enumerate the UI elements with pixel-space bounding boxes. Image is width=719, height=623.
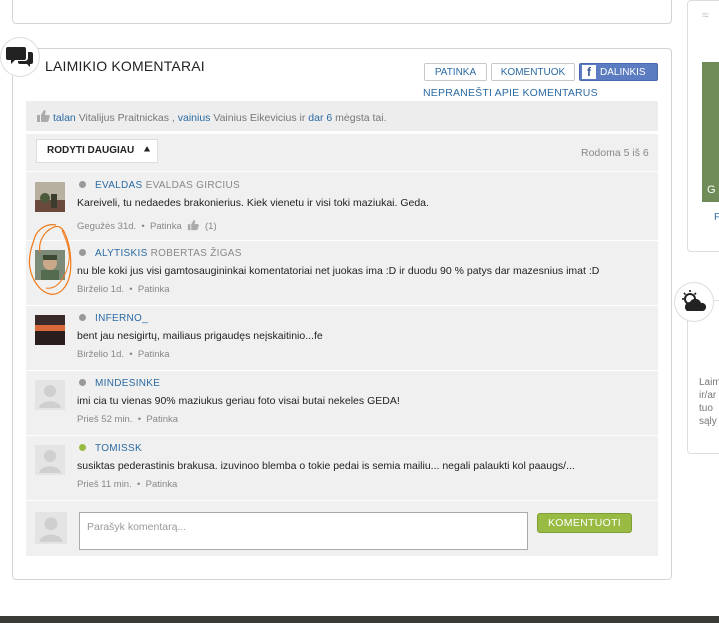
comment-meta: Birželio 1d. • Patinka [77,349,170,360]
previous-card [12,0,672,24]
weather-text-line: tuo [699,403,713,414]
comment-meta: Prieš 52 min. • Patinka [77,414,179,425]
comments-bubble-icon [0,37,40,77]
shown-count: Rodoma 5 iš 6 [581,147,649,159]
comment-author: ALYTISKIS ROBERTAS ŽIGAS [95,248,242,259]
chevron-up-icon: ⯅ [143,145,152,156]
comment-username[interactable]: EVALDAS [95,180,143,191]
comment-author: TOMISSK [95,443,142,454]
weather-text-line: sąly [699,416,717,427]
comment-button[interactable]: KOMENTUOK [491,63,575,81]
like-or: ir [299,112,306,124]
comment-realname: ROBERTAS ŽIGAS [150,248,242,259]
comment-like-link[interactable]: Patinka [150,221,182,232]
status-dot-online [79,444,86,451]
default-avatar-icon [35,512,67,544]
likes-summary: talan Vitalijus Praitnickas , vainius Va… [53,112,387,124]
show-more-label: RODYTI DAUGIAU [47,145,135,156]
like-separator: , [171,112,175,124]
comment-author: INFERNO_ [95,313,148,324]
comment-like-link[interactable]: Patinka [146,479,178,490]
comment-meta: Gegužės 31d. • Patinka (1) [77,219,217,232]
sidebar-link[interactable]: F [714,212,719,223]
share-button[interactable]: f DALINKIS [579,63,658,81]
sidebar-photo[interactable]: G [702,62,719,202]
avatar[interactable] [35,315,65,345]
comment-text: susiktas pederastinis brakusa. izuvinoo … [77,460,575,472]
section-title: LAIMIKIO KOMENTARAI [45,58,205,74]
comment-realname: EVALDAS GIRCIUS [145,180,240,191]
default-avatar-icon[interactable] [35,380,65,410]
weather-icon [674,282,714,322]
like-more-link[interactable]: dar 6 [308,112,332,124]
comment-username[interactable]: INFERNO_ [95,313,148,324]
status-dot [79,249,86,256]
share-label: DALINKIS [600,67,646,78]
comment-username[interactable]: MINDESINKE [95,378,160,389]
sidebar-photo-text: G [707,184,716,196]
like-button[interactable]: PATINKA [424,63,487,81]
row-divider [26,500,658,501]
comment-date: Birželio 1d. [77,284,124,295]
avatar[interactable] [35,182,65,212]
comment-date: Prieš 52 min. [77,414,133,425]
comment-username[interactable]: ALYTISKIS [95,248,148,259]
comment-date: Birželio 1d. [77,349,124,360]
comment-text: Kareiveli, tu nedaedes brakonierius. Kie… [77,197,429,209]
status-dot [79,379,86,386]
show-more-button[interactable]: RODYTI DAUGIAU ⯅ [36,139,158,163]
comment-text: imi cia tu vienas 90% maziukus geriau fo… [77,395,400,407]
report-comments-link[interactable]: NEPRANEŠTI APIE KOMENTARUS [423,87,598,99]
like-user-1[interactable]: talan [53,112,76,124]
status-dot [79,181,86,188]
submit-comment-button[interactable]: KOMENTUOTI [537,513,632,533]
comment-date: Prieš 11 min. [77,479,132,490]
like-name-2: Vainius Eikevicius [213,112,297,124]
comment-like-link[interactable]: Patinka [138,349,170,360]
comment-like-link[interactable]: Patinka [146,414,178,425]
facebook-icon: f [582,65,596,79]
like-name-1: Vitalijus Praitnickas [78,112,169,124]
status-dot [79,314,86,321]
thumbs-up-icon [188,219,200,231]
comment-like-count: (1) [205,221,217,232]
row-divider [26,305,658,306]
weather-text-line: Laim [699,377,719,388]
comment-like-link[interactable]: Patinka [138,284,170,295]
comment-meta: Prieš 11 min. • Patinka [77,479,178,490]
like-user-2[interactable]: vainius [178,112,211,124]
thumbs-up-icon [37,110,50,122]
comment-author: MINDESINKE [95,378,160,389]
bottom-photo-strip [0,616,719,623]
comment-username[interactable]: TOMISSK [95,443,142,454]
sidebar-pattern-icon: ≈ [702,8,709,22]
comment-author: EVALDAS EVALDAS GIRCIUS [95,180,240,191]
default-avatar-icon[interactable] [35,445,65,475]
comment-text: nu ble koki jus visi gamtosaugininkai ko… [77,265,600,277]
row-divider [26,171,658,172]
row-divider [26,435,658,436]
comment-input[interactable]: Parašyk komentarą... [79,512,528,550]
annotation-scribble [28,224,72,295]
row-divider [26,240,658,241]
comment-meta: Birželio 1d. • Patinka [77,284,170,295]
like-suffix: mėgsta tai. [335,112,387,124]
comment-date: Gegužės 31d. [77,221,137,232]
row-divider [26,370,658,371]
comment-text: bent jau nesigirtų, mailiaus prigaudęs n… [77,330,323,342]
weather-text-line: ir/ar [699,390,717,401]
